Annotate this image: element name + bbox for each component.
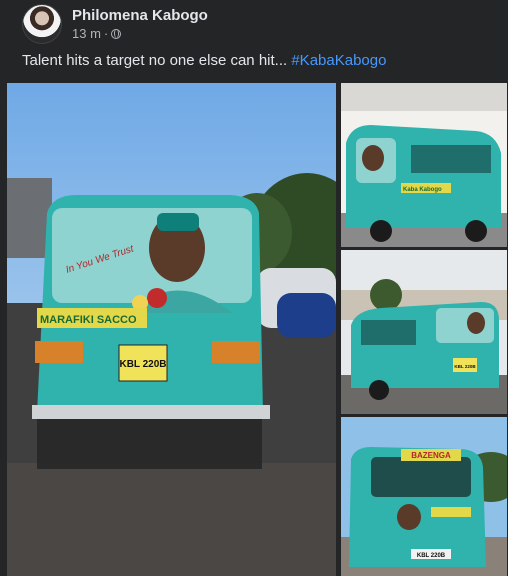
post-header: Philomena Kabogo 13 m · — [22, 4, 208, 44]
facebook-post: Philomena Kabogo 13 m · Talent hits a ta… — [0, 0, 508, 576]
thumb-photo-top[interactable]: Kaba Kabogo — [341, 83, 507, 247]
thumb-bottom-banner: BAZENGA — [411, 451, 451, 460]
main-photo[interactable]: In You We Trust MARAFIKI SACCO KBL 220B — [7, 83, 336, 576]
caption-text: Talent hits a target no one else can hit… — [22, 52, 292, 69]
thumb-middle-plate: KBL 220B — [454, 364, 476, 369]
thumb-bottom-plate: KBL 220B — [417, 553, 446, 559]
post-caption: Talent hits a target no one else can hit… — [22, 52, 386, 69]
thumb-photo-bottom[interactable]: BAZENGA KBL 220B — [341, 417, 507, 576]
hashtag-link[interactable]: #KabaKabogo — [291, 52, 386, 69]
banner-text: MARAFIKI SACCO — [40, 314, 137, 326]
globe-icon[interactable] — [111, 28, 122, 39]
thumb-photo-middle[interactable]: KBL 220B — [341, 250, 507, 414]
author-name[interactable]: Philomena Kabogo — [72, 6, 208, 25]
time-separator: · — [103, 26, 109, 41]
plate-text: KBL 220B — [119, 359, 166, 370]
post-time[interactable]: 13 m — [72, 25, 101, 42]
post-subline: 13 m · — [72, 25, 208, 42]
post-meta: Philomena Kabogo 13 m · — [72, 6, 208, 42]
author-avatar[interactable] — [22, 4, 62, 44]
thumb-top-banner: Kaba Kabogo — [403, 187, 442, 193]
